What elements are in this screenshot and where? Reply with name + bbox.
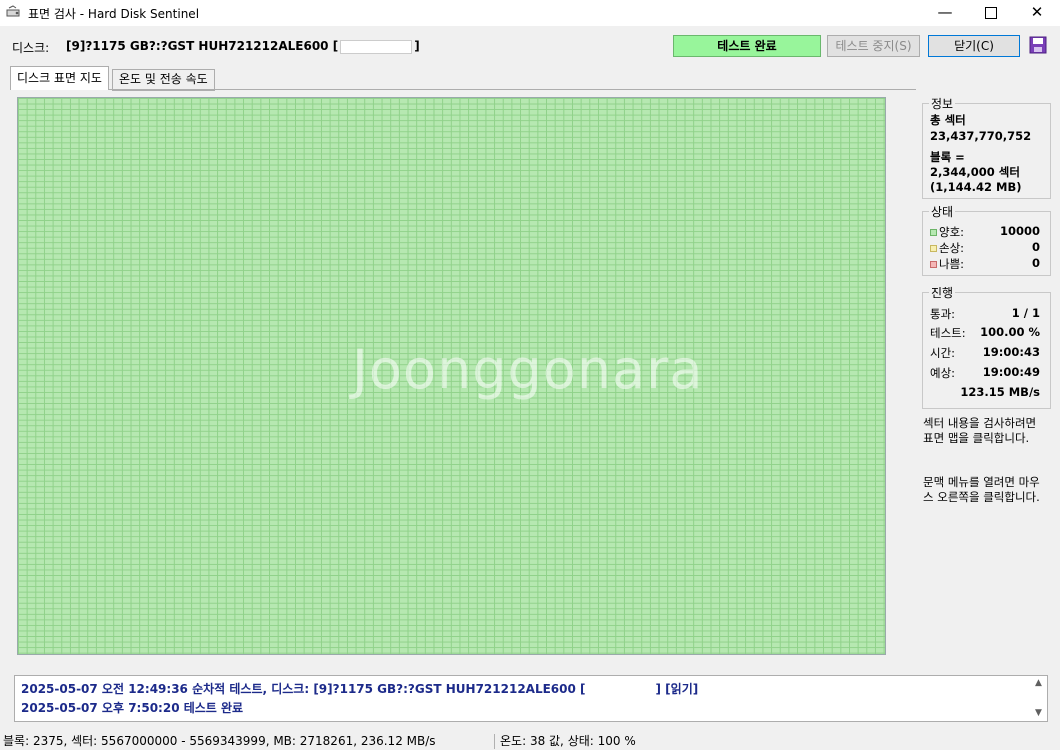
close-button[interactable]: 닫기(C) (928, 35, 1020, 57)
time-label: 시간: (930, 346, 956, 360)
state-group-title: 상태 (929, 203, 956, 220)
info-group-title: 정보 (929, 95, 956, 112)
status-separator (494, 734, 495, 749)
window-title: 표면 검사 - Hard Disk Sentinel (28, 7, 200, 21)
disk-value: [9]?1175 GB?:?GST HUH721212ALE600 [] (66, 39, 420, 54)
disk-label: 디스크: (12, 41, 50, 55)
test-value: 100.00 % (980, 325, 1040, 339)
tab-panel-border (10, 89, 916, 90)
block-mb: (1,144.42 MB) (930, 180, 1022, 194)
title-bar: 표면 검사 - Hard Disk Sentinel — ✕ (0, 0, 1060, 26)
bad-square-icon (930, 261, 937, 268)
status-block-info: 블록: 2375, 섹터: 5567000000 - 5569343999, M… (3, 734, 436, 748)
log-scrollbar[interactable]: ▲ ▼ (1030, 676, 1047, 721)
progress-group: 진행 통과: 1 / 1 테스트: 100.00 % 시간: 19:00:43 … (922, 284, 1051, 409)
redacted-serial (340, 39, 413, 54)
tab-surface-map[interactable]: 디스크 표면 지도 (10, 66, 109, 90)
log-line-2: 2025-05-07 오후 7:50:20 테스트 완료 (21, 701, 244, 715)
test-status-indicator: 테스트 완료 (673, 35, 821, 57)
stop-test-button[interactable]: 테스트 중지(S) (827, 35, 920, 57)
bad-value: 0 (1031, 256, 1040, 270)
status-bar: 블록: 2375, 섹터: 5567000000 - 5569343999, M… (0, 733, 1060, 750)
disk-value-suffix: ] (414, 39, 420, 53)
minimize-button[interactable]: — (922, 0, 968, 26)
good-square-icon (930, 229, 937, 236)
test-label: 테스트: (930, 326, 966, 340)
damaged-row: 손상: (930, 240, 964, 256)
progress-group-title: 진행 (929, 284, 956, 301)
scroll-down-icon[interactable]: ▼ (1030, 706, 1047, 721)
block-sectors: 2,344,000 섹터 (930, 165, 1020, 179)
log-line-1: 2025-05-07 오전 12:49:36 순차적 테스트, 디스크: [9]… (21, 680, 698, 697)
state-group: 상태 양호: 10000 손상: 0 나쁨: 0 (922, 203, 1051, 276)
block-label: 블록 = (930, 150, 965, 164)
tab-temperature-speed[interactable]: 온도 및 전송 속도 (112, 69, 215, 91)
total-sectors-label: 총 섹터 (930, 113, 966, 127)
estimate-value: 19:00:49 (982, 365, 1040, 379)
watermark: Joonggonara (352, 338, 704, 401)
time-value: 19:00:43 (982, 345, 1040, 359)
damaged-square-icon (930, 245, 937, 252)
pass-label: 통과: (930, 307, 956, 321)
log-line-1-suffix: ] [읽기] (655, 682, 699, 696)
status-temperature: 온도: 38 값, 상태: 100 % (500, 734, 636, 748)
log-box[interactable]: 2025-05-07 오전 12:49:36 순차적 테스트, 디스크: [9]… (14, 675, 1048, 722)
info-group: 정보 총 섹터 23,437,770,752 블록 = 2,344,000 섹터… (922, 95, 1051, 199)
good-label: 양호: (939, 225, 965, 239)
estimate-label: 예상: (930, 366, 956, 380)
pass-value: 1 / 1 (1011, 306, 1040, 320)
damaged-value: 0 (1031, 240, 1040, 254)
total-sectors-value: 23,437,770,752 (930, 129, 1032, 143)
maximize-icon (985, 6, 997, 19)
disk-value-prefix: [9]?1175 GB?:?GST HUH721212ALE600 [ (66, 39, 339, 53)
good-row: 양호: (930, 224, 964, 240)
help-text-context-menu: 문맥 메뉴를 열려면 마우스 오른쪽을 클릭합니다. (923, 475, 1040, 504)
maximize-button[interactable] (968, 0, 1014, 26)
scroll-up-icon[interactable]: ▲ (1030, 676, 1047, 691)
log-line-1-prefix: 2025-05-07 오전 12:49:36 순차적 테스트, 디스크: [9]… (21, 682, 586, 696)
damaged-label: 손상: (939, 241, 965, 255)
close-window-button[interactable]: ✕ (1014, 0, 1060, 26)
save-icon[interactable] (1029, 36, 1047, 54)
speed-value: 123.15 MB/s (960, 385, 1040, 399)
app-icon (6, 5, 20, 17)
bad-row: 나쁨: (930, 256, 964, 272)
help-text-inspect: 섹터 내용을 검사하려면 표면 맵을 클릭합니다. (923, 416, 1037, 445)
bad-label: 나쁨: (939, 257, 965, 271)
good-value: 10000 (999, 224, 1040, 238)
